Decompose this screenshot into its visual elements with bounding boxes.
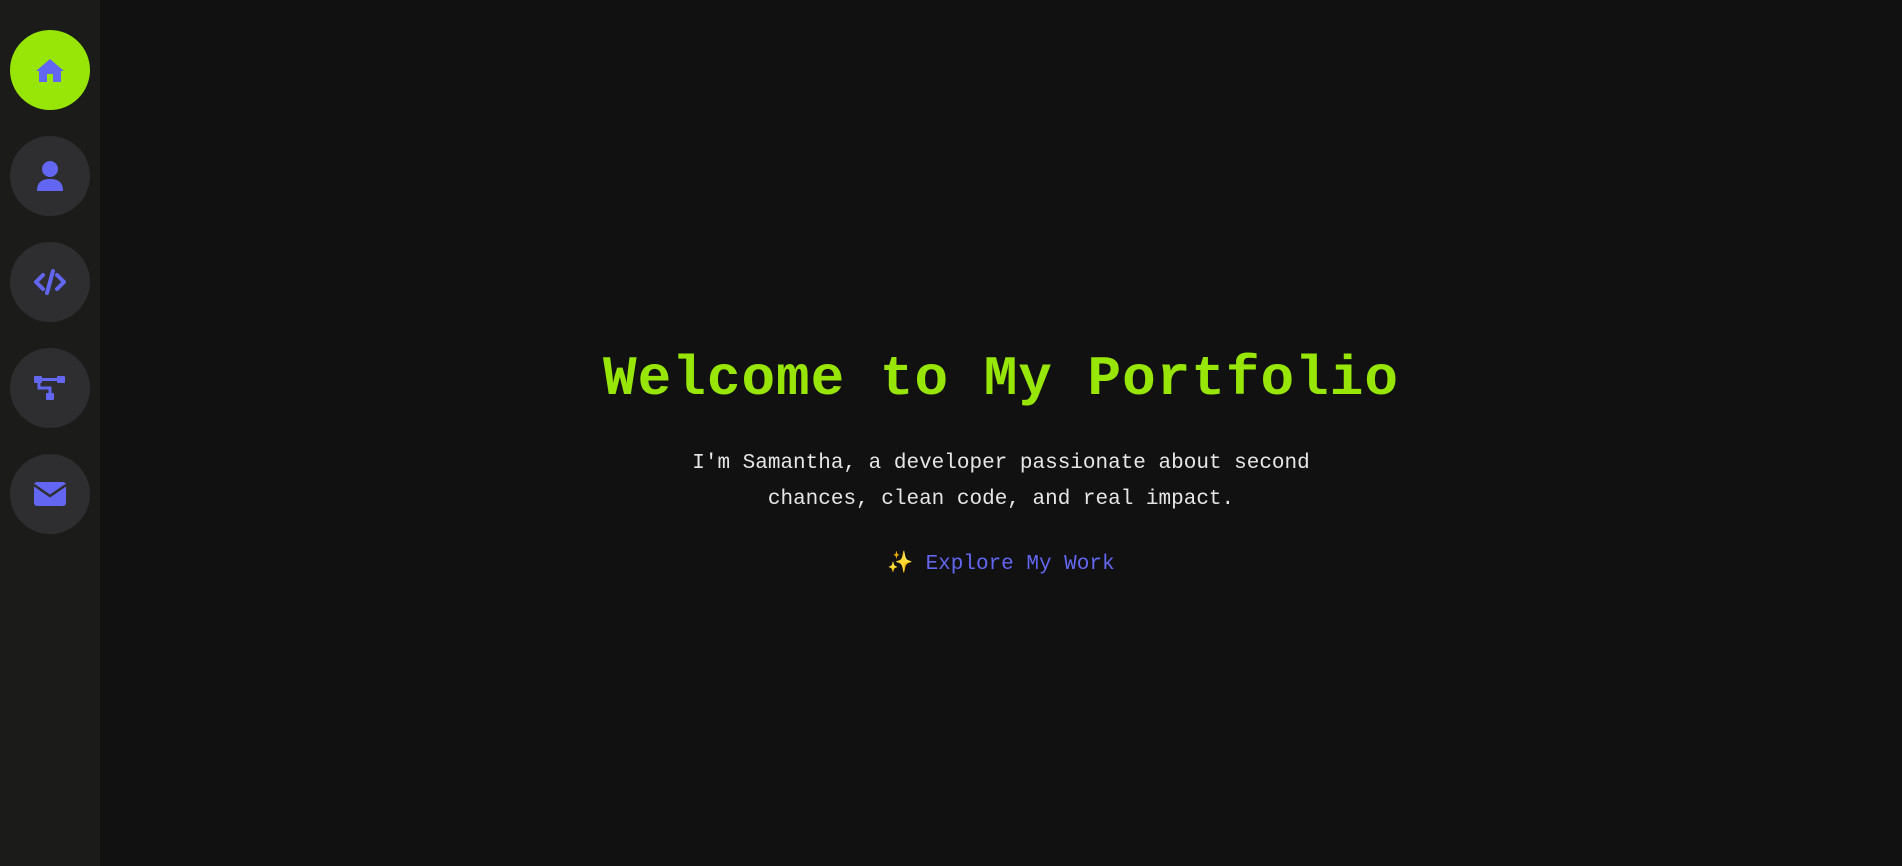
hero-intro: I'm Samantha, a developer passionate abo… — [692, 452, 1310, 511]
home-icon — [36, 59, 64, 82]
explore-work-label: Explore My Work — [925, 553, 1115, 576]
envelope-icon — [34, 482, 66, 506]
code-icon — [34, 269, 66, 295]
nav-code-button[interactable] — [10, 242, 90, 322]
hero-section: Welcome to My Portfolio I'm Samantha, a … — [100, 0, 1902, 866]
sidebar-nav — [0, 0, 100, 866]
nav-contact-button[interactable] — [10, 454, 90, 534]
sparkles-icon: ✨ — [887, 553, 914, 576]
sitemap-icon — [34, 376, 65, 400]
nav-projects-button[interactable] — [10, 348, 90, 428]
explore-work-link[interactable]: ✨ Explore My Work — [887, 553, 1114, 576]
cta-container: ✨ Explore My Work — [100, 548, 1902, 582]
nav-home-button[interactable] — [10, 30, 90, 110]
user-icon — [37, 161, 63, 191]
nav-about-button[interactable] — [10, 136, 90, 216]
hero-title: Welcome to My Portfolio — [603, 347, 1399, 411]
